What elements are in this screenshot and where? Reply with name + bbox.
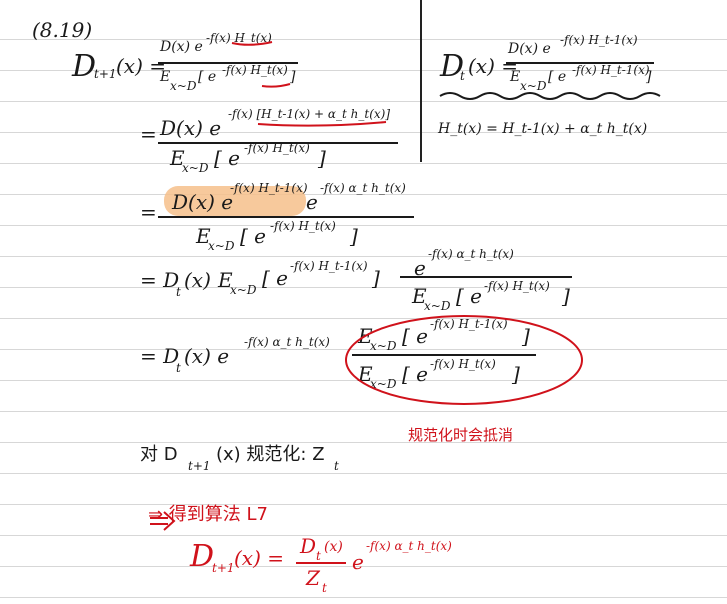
ink-decorations [150, 41, 661, 531]
red-underline-h [231, 41, 273, 46]
red-underline-Ht [261, 83, 291, 88]
arrow-mark [150, 511, 176, 531]
wavy-underline [439, 92, 661, 100]
red-circle [345, 315, 583, 405]
red-underline-exp [257, 121, 387, 127]
